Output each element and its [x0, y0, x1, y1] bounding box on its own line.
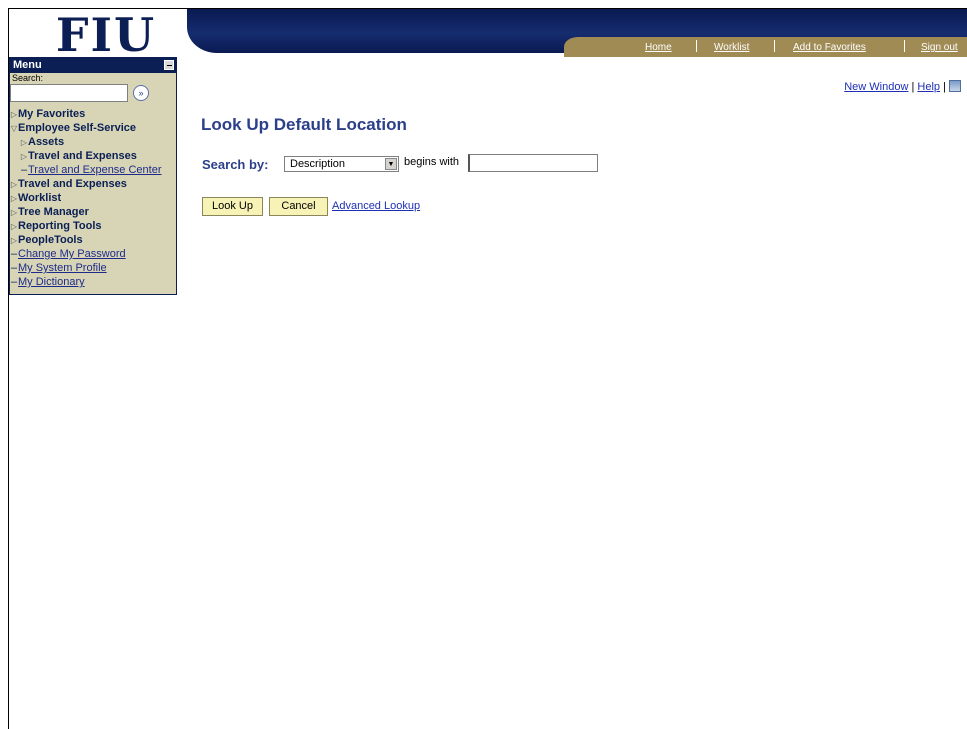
menu-title: Menu — [13, 59, 42, 71]
look-up-button[interactable]: Look Up — [202, 197, 263, 216]
nav-separator — [696, 40, 697, 52]
collapsed-arrow-icon: ▷ — [20, 138, 28, 147]
page-help-icon[interactable] — [949, 80, 961, 92]
collapsed-arrow-icon: ▷ — [10, 222, 18, 231]
nav-sign-out-link[interactable]: Sign out — [921, 42, 958, 53]
help-link[interactable]: Help — [917, 81, 940, 93]
search-by-value: Description — [290, 158, 346, 170]
sidebar-item-travel-and-expense-center[interactable]: –Travel and Expense Center — [10, 163, 178, 177]
leaf-dash-icon: – — [20, 164, 28, 176]
collapsed-arrow-icon: ▷ — [10, 110, 18, 119]
collapsed-arrow-icon: ▷ — [10, 180, 18, 189]
search-by-label: Search by: — [202, 157, 269, 172]
collapsed-arrow-icon: ▷ — [10, 236, 18, 245]
nav-separator — [774, 40, 775, 52]
link-separator: | — [943, 81, 946, 93]
search-criteria-input[interactable] — [468, 154, 598, 172]
page-title: Look Up Default Location — [201, 115, 407, 134]
search-by-select[interactable]: Description ▼ — [284, 156, 399, 172]
expanded-arrow-icon: ▽ — [10, 124, 18, 133]
menu-collapse-icon[interactable] — [164, 60, 174, 70]
top-nav-bar: Home Worklist Add to Favorites Sign out — [564, 37, 967, 57]
sidebar-item-reporting-tools[interactable]: ▷Reporting Tools — [10, 219, 178, 233]
leaf-dash-icon: – — [10, 276, 18, 288]
sidebar-item-tree-manager[interactable]: ▷Tree Manager — [10, 205, 178, 219]
sidebar-item-system-profile[interactable]: –My System Profile — [10, 261, 178, 275]
link-separator: | — [911, 81, 915, 93]
collapsed-arrow-icon: ▷ — [10, 208, 18, 217]
sidebar-item-travel-and-expenses-sub[interactable]: ▷Travel and Expenses — [10, 149, 178, 163]
new-window-link[interactable]: New Window — [844, 81, 908, 93]
sidebar-item-worklist[interactable]: ▷Worklist — [10, 191, 178, 205]
menu-search-input[interactable] — [10, 84, 128, 102]
leaf-dash-icon: – — [10, 262, 18, 274]
sidebar-item-peopletools[interactable]: ▷PeopleTools — [10, 233, 178, 247]
fiu-logo: FIU — [55, 8, 157, 62]
nav-home-link[interactable]: Home — [645, 42, 672, 53]
menu-header: Menu — [10, 58, 176, 73]
nav-add-favorites-link[interactable]: Add to Favorites — [793, 42, 866, 53]
cancel-button[interactable]: Cancel — [269, 197, 328, 216]
operator-label: begins with — [404, 156, 460, 168]
sidebar-item-employee-self-service[interactable]: ▽Employee Self-Service — [10, 121, 178, 135]
sidebar-menu: Menu Search: » ▷My Favorites ▽Employee S… — [9, 57, 177, 295]
menu-items: ▷My Favorites ▽Employee Self-Service ▷As… — [10, 107, 178, 289]
leaf-dash-icon: – — [10, 248, 18, 260]
sidebar-item-change-password[interactable]: –Change My Password — [10, 247, 178, 261]
utility-links: New Window | Help | — [844, 80, 961, 93]
collapsed-arrow-icon: ▷ — [10, 194, 18, 203]
advanced-lookup-link[interactable]: Advanced Lookup — [332, 200, 420, 212]
page-frame: FIU Home Worklist Add to Favorites Sign … — [8, 8, 967, 729]
search-go-icon[interactable]: » — [133, 85, 149, 101]
collapsed-arrow-icon: ▷ — [20, 152, 28, 161]
nav-worklist-link[interactable]: Worklist — [714, 42, 749, 53]
sidebar-item-travel-and-expenses[interactable]: ▷Travel and Expenses — [10, 177, 178, 191]
dropdown-arrow-icon[interactable]: ▼ — [385, 158, 397, 170]
sidebar-item-assets[interactable]: ▷Assets — [10, 135, 178, 149]
sidebar-item-my-favorites[interactable]: ▷My Favorites — [10, 107, 178, 121]
sidebar-item-my-dictionary[interactable]: –My Dictionary — [10, 275, 178, 289]
menu-search-label: Search: — [12, 73, 44, 83]
nav-separator — [904, 40, 905, 52]
